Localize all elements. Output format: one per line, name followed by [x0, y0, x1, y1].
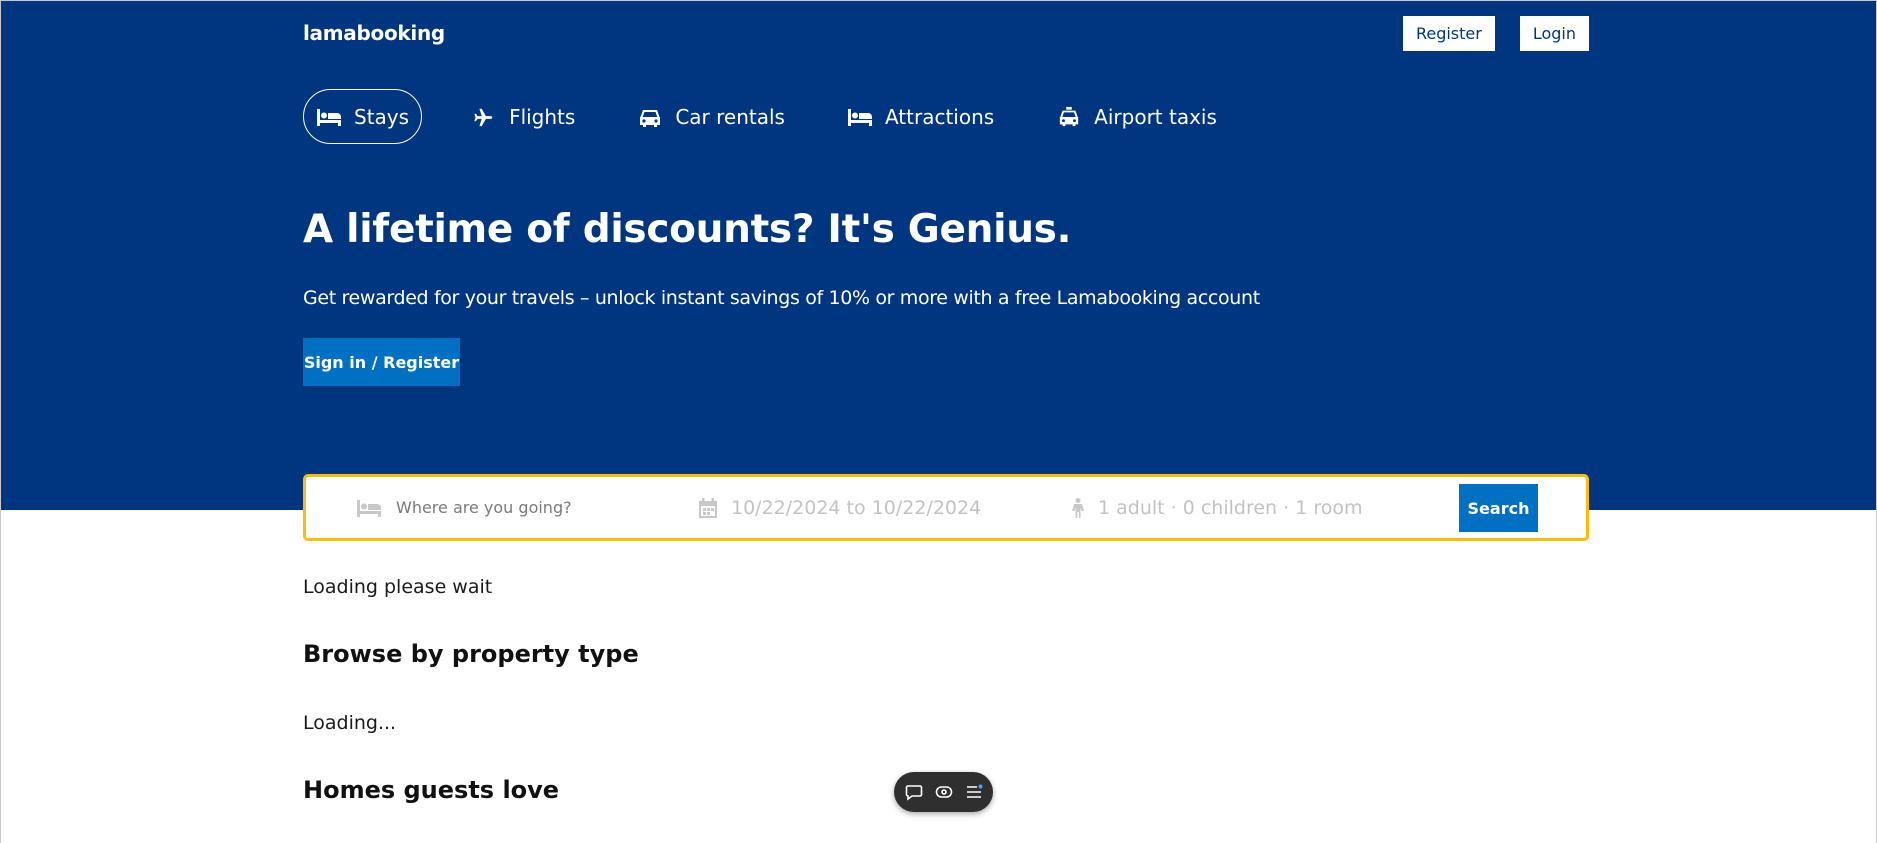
logo[interactable]: lamabooking: [303, 21, 445, 45]
search-button[interactable]: Search: [1459, 484, 1538, 532]
person-icon: [1072, 497, 1084, 518]
guests-field[interactable]: 1 adult · 0 children · 1 room: [1072, 477, 1362, 538]
navbar: lamabooking Register Login: [303, 1, 1589, 65]
homes-guests-love-title: Homes guests love: [303, 776, 560, 804]
hero-description: Get rewarded for your travels – unlock i…: [303, 287, 1260, 309]
property-loading-text: Loading...: [303, 712, 397, 734]
sign-in-register-button[interactable]: Sign in / Register: [303, 338, 460, 386]
login-button[interactable]: Login: [1519, 15, 1589, 51]
bed-icon: [847, 108, 872, 126]
date-range-text[interactable]: 10/22/2024 to 10/22/2024: [731, 497, 981, 519]
property-type-title: Browse by property type: [303, 640, 639, 668]
plane-icon: [474, 108, 493, 126]
search-bar: 10/22/2024 to 10/22/2024 1 adult · 0 chi…: [303, 474, 1589, 541]
tab-flights-label: Flights: [509, 104, 576, 129]
tab-attractions[interactable]: Attractions: [834, 89, 1007, 144]
destination-field[interactable]: [356, 477, 626, 538]
tab-airport-taxis-label: Airport taxis: [1094, 104, 1217, 129]
taxi-icon: [1060, 106, 1079, 126]
tab-car-rentals-label: Car rentals: [675, 104, 785, 129]
register-button[interactable]: Register: [1402, 15, 1495, 51]
tab-flights[interactable]: Flights: [458, 89, 588, 144]
guests-text[interactable]: 1 adult · 0 children · 1 room: [1098, 497, 1362, 519]
floating-toolbar: [894, 772, 993, 812]
tab-stays[interactable]: Stays: [303, 89, 423, 144]
comment-icon[interactable]: [905, 783, 923, 801]
bed-icon: [317, 108, 341, 126]
menu-list-icon[interactable]: [965, 783, 983, 801]
tab-car-rentals[interactable]: Car rentals: [624, 89, 798, 144]
tab-airport-taxis[interactable]: Airport taxis: [1043, 89, 1230, 144]
header-tabs: Stays Flights Car rentals Attractions Ai…: [303, 89, 1589, 144]
loading-text: Loading please wait: [303, 576, 493, 598]
destination-input[interactable]: [396, 498, 626, 517]
eye-icon[interactable]: [935, 783, 953, 801]
hero-title: A lifetime of discounts? It's Genius.: [303, 207, 1072, 252]
calendar-icon: [699, 497, 717, 518]
tab-attractions-label: Attractions: [884, 104, 995, 129]
date-field[interactable]: 10/22/2024 to 10/22/2024: [699, 477, 981, 538]
nav-buttons: Register Login: [1402, 15, 1589, 51]
bed-icon: [357, 499, 381, 517]
hero-banner: lamabooking Register Login Stays Flights…: [1, 1, 1876, 510]
page: lamabooking Register Login Stays Flights…: [0, 0, 1877, 843]
car-icon: [640, 109, 661, 127]
tab-stays-label: Stays: [354, 104, 410, 129]
